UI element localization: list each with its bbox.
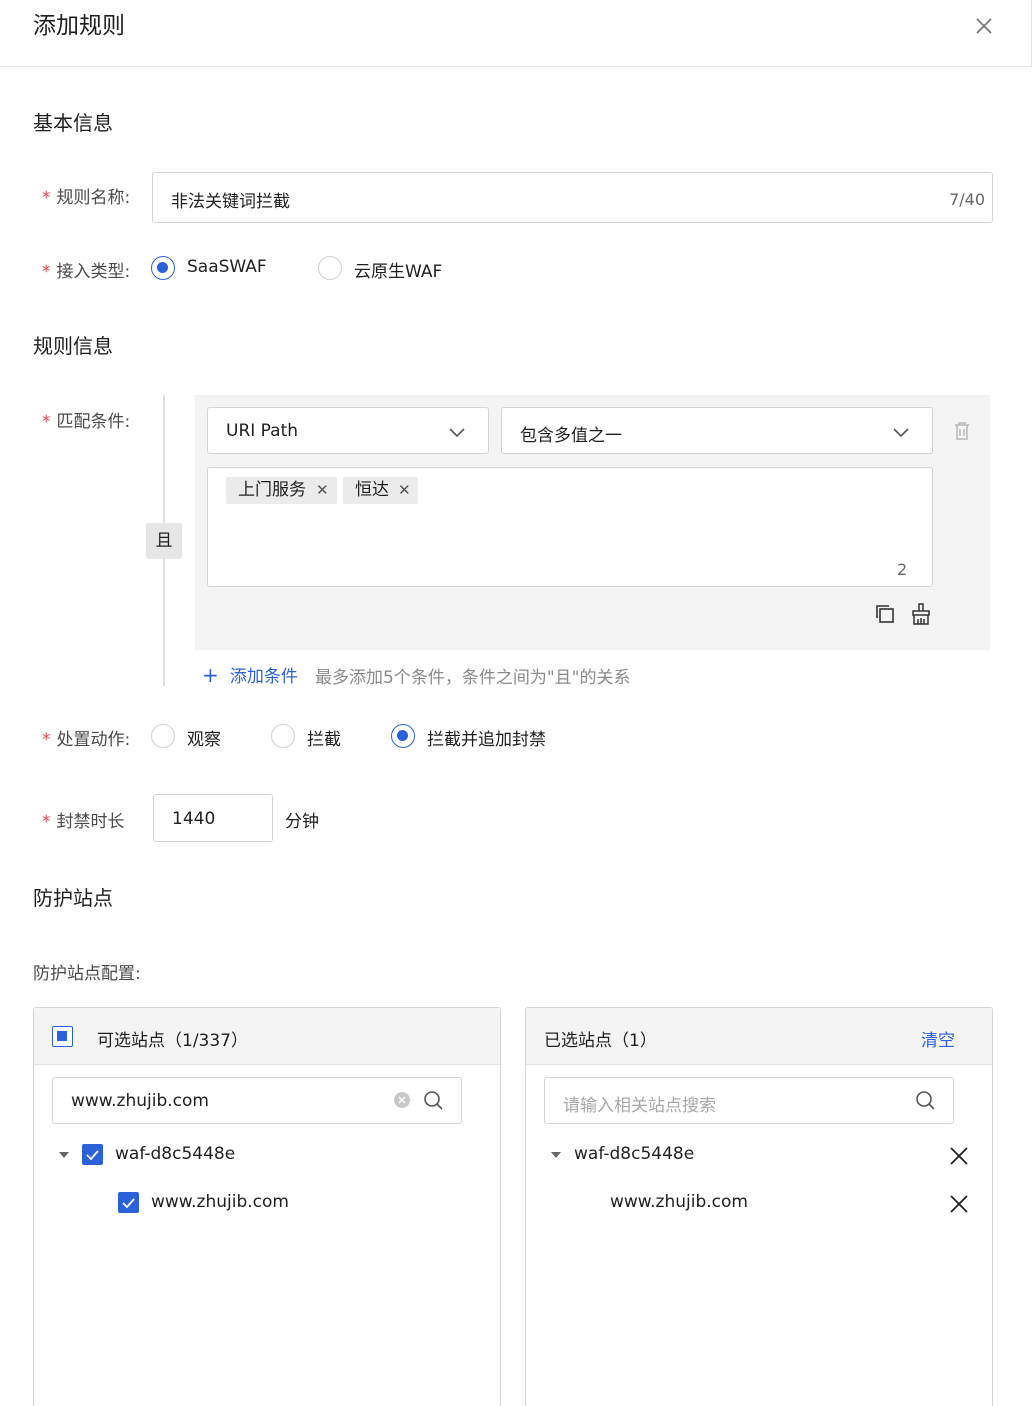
add-condition-hint: 最多添加5个条件，条件之间为"且"的关系 (315, 668, 631, 688)
radio-observe-label[interactable]: 观察 (187, 725, 221, 750)
radio-cloud-native-waf[interactable] (318, 256, 342, 280)
close-icon[interactable] (972, 14, 996, 38)
dialog-title: 添加规则 (33, 13, 125, 39)
search-icon[interactable] (915, 1090, 936, 1111)
available-search-value: www.zhujib.com (71, 1091, 209, 1111)
selected-site-name: www.zhujib.com (610, 1192, 748, 1212)
radio-saaswaf[interactable] (151, 256, 175, 280)
field-select[interactable]: URI Path (207, 407, 489, 454)
check-icon (86, 1150, 99, 1161)
operator-select-value: 包含多值之一 (520, 426, 622, 446)
plus-icon: + (202, 663, 219, 687)
clear-input-icon[interactable] (393, 1091, 411, 1109)
site-checkbox[interactable] (118, 1192, 139, 1213)
section-protect-sites: 防护站点 (33, 886, 113, 910)
radio-observe[interactable] (151, 724, 175, 748)
rule-name-value: 非法关键词拦截 (171, 192, 290, 212)
rule-name-label: * 规则名称: (42, 188, 131, 208)
rule-name-input[interactable]: 非法关键词拦截 7/40 (152, 172, 993, 223)
delete-condition-icon[interactable] (951, 420, 973, 442)
radio-block-and-ban-label[interactable]: 拦截并追加封禁 (427, 725, 546, 750)
tag-counter: 2 (897, 560, 908, 579)
radio-saaswaf-label[interactable]: SaaSWAF (187, 257, 267, 277)
remove-tag-icon[interactable]: ✕ (398, 477, 411, 504)
selected-group-name: waf-d8c5448e (574, 1144, 695, 1164)
chevron-down-icon (893, 428, 909, 438)
selected-search-input[interactable]: 请输入相关站点搜索 (544, 1077, 954, 1124)
selected-sites-title: 已选站点（1） (544, 1031, 657, 1051)
copy-icon[interactable] (874, 603, 896, 625)
operator-select[interactable]: 包含多值之一 (501, 407, 933, 454)
protect-config-label: 防护站点配置: (33, 964, 141, 984)
selected-sites-panel: 已选站点（1） 清空 请输入相关站点搜索 waf-d8c5448e www.zh… (525, 1007, 993, 1406)
radio-cloud-native-waf-label[interactable]: 云原生WAF (354, 257, 442, 282)
field-select-value: URI Path (226, 421, 299, 441)
remove-group-icon[interactable] (949, 1146, 969, 1166)
available-search-input[interactable]: www.zhujib.com (52, 1077, 462, 1124)
match-condition-label: * 匹配条件: (42, 412, 131, 432)
radio-block[interactable] (271, 724, 295, 748)
value-tag: 恒达 ✕ (343, 477, 418, 504)
available-sites-title: 可选站点（1/337） (97, 1031, 248, 1051)
search-icon[interactable] (423, 1090, 444, 1111)
chevron-down-icon (449, 428, 465, 438)
selected-search-placeholder: 请输入相关站点搜索 (563, 1096, 716, 1116)
caret-down-icon[interactable] (57, 1148, 71, 1162)
selected-sites-header: 已选站点（1） 清空 (526, 1008, 992, 1065)
section-rule-info: 规则信息 (33, 334, 113, 358)
caret-down-icon[interactable] (549, 1148, 563, 1162)
access-type-label: * 接入类型: (42, 262, 131, 282)
remove-site-icon[interactable] (949, 1194, 969, 1214)
ban-duration-input[interactable]: 1440 (153, 794, 273, 842)
available-sites-panel: 可选站点（1/337） www.zhujib.com waf-d8c5448e … (33, 1007, 501, 1406)
clear-selected-button[interactable]: 清空 (921, 1026, 955, 1051)
group-checkbox[interactable] (82, 1144, 103, 1165)
ban-duration-unit: 分钟 (285, 812, 319, 832)
values-tag-input[interactable]: 上门服务 ✕ 恒达 ✕ 2 (207, 467, 933, 587)
value-tag: 上门服务 ✕ (226, 477, 337, 504)
section-basic-info: 基本信息 (33, 111, 113, 135)
ban-duration-value: 1440 (172, 809, 216, 829)
radio-block-and-ban[interactable] (391, 724, 415, 748)
radio-block-label[interactable]: 拦截 (307, 725, 341, 750)
add-condition-label: 添加条件 (229, 667, 298, 687)
action-label: * 处置动作: (42, 730, 131, 750)
rule-name-counter: 7/40 (949, 190, 985, 209)
check-icon (122, 1198, 135, 1209)
available-site-name: www.zhujib.com (151, 1192, 289, 1212)
available-sites-header: 可选站点（1/337） (34, 1008, 500, 1065)
ban-duration-label: * 封禁时长 (42, 812, 125, 832)
select-all-checkbox[interactable] (52, 1026, 73, 1047)
remove-tag-icon[interactable]: ✕ (316, 477, 329, 504)
clear-brush-icon[interactable] (910, 602, 932, 626)
add-condition-button[interactable]: + 添加条件 (202, 662, 298, 687)
logic-and-toggle[interactable]: 且 (146, 523, 182, 559)
header-divider (0, 66, 1032, 67)
available-group-name: waf-d8c5448e (115, 1144, 236, 1164)
